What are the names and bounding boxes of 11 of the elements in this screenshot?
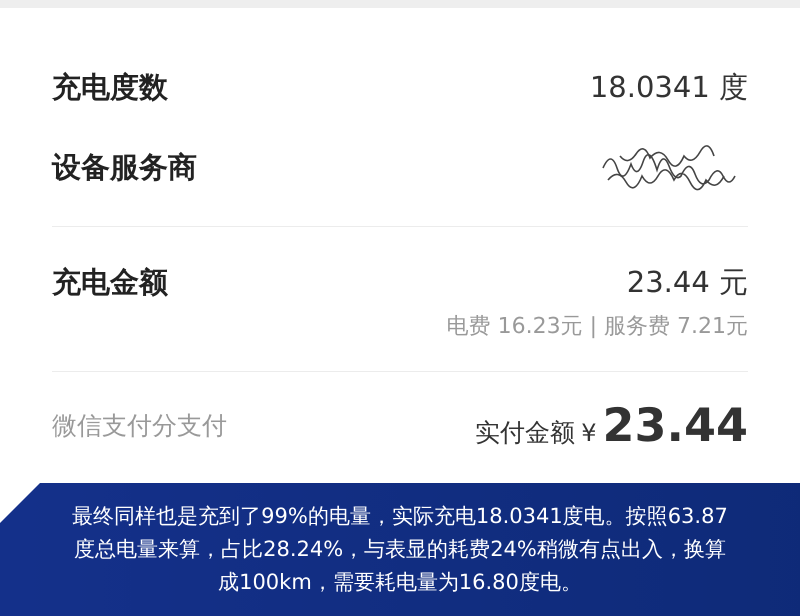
field-value: 23.44 元 xyxy=(626,264,748,301)
payment-method: 微信支付分支付 xyxy=(52,410,227,442)
field-value: 18.0341 度 xyxy=(590,69,748,106)
paid-label: 实付金额 xyxy=(475,417,576,449)
caption-text: 最终同样也是充到了99%的电量，实际充电18.0341度电。按照63.87度总电量来算，占比28.24%，与表显的耗费24%稍微有点出入，换算成100km，需要耗电量为16.80度电。 xyxy=(71,503,729,596)
field-label: 充电度数 xyxy=(52,69,168,106)
field-label: 充电金额 xyxy=(52,264,168,301)
currency-symbol: ¥ xyxy=(581,419,596,447)
paid-amount: 23.44 xyxy=(602,398,748,452)
fee-breakdown: 电费 16.23元 | 服务费 7.21元 xyxy=(446,313,748,341)
field-label: 设备服务商 xyxy=(52,149,197,186)
